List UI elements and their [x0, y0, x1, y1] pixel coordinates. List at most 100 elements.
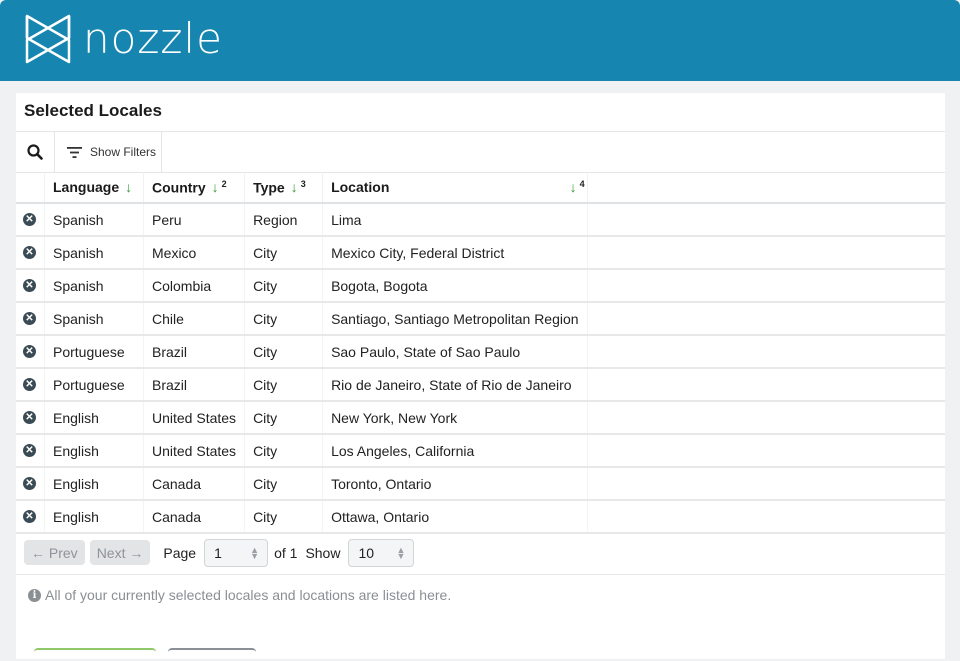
cell-type: City: [244, 236, 324, 270]
pagination-bar: ← Prev Next → Page 1 ▲ ▼ of 1 Show 10 ▲ ▼: [16, 531, 945, 575]
page-select[interactable]: 1 ▲ ▼: [204, 538, 269, 567]
column-header-type[interactable]: Type ↓ 3: [244, 172, 324, 204]
prev-page-button[interactable]: ← Prev: [24, 540, 85, 565]
page-size-select[interactable]: 10 ▲ ▼: [348, 538, 415, 567]
filter-icon: [67, 146, 82, 158]
remove-cell: ✕: [16, 269, 45, 303]
cell-type: City: [244, 368, 324, 402]
x-glyph: ✕: [25, 412, 34, 423]
column-header-language[interactable]: Language ↓: [44, 172, 144, 204]
search-button[interactable]: [16, 132, 55, 172]
table-row: ✕ English Canada City Ottawa, Ontario: [16, 500, 945, 534]
sort-order-badge: 2: [221, 178, 227, 189]
sort-desc-icon[interactable]: ↓: [212, 179, 219, 195]
cell-country: Colombia: [143, 269, 246, 303]
cell-language: Portuguese: [44, 335, 144, 369]
column-label: Language: [53, 179, 120, 195]
cell-country: Chile: [143, 302, 246, 336]
x-glyph: ✕: [25, 346, 34, 357]
cell-filler: [587, 203, 945, 237]
cell-location: Los Angeles, California: [322, 434, 588, 468]
info-icon: i: [28, 588, 41, 602]
x-glyph: ✕: [25, 280, 34, 291]
table-row: ✕ Portuguese Brazil City Sao Paulo, State of…: [16, 335, 945, 369]
nozzle-logo-icon: [25, 14, 71, 64]
cell-filler: [587, 401, 945, 435]
cell-location: Mexico City, Federal District: [322, 236, 588, 270]
remove-cell: ✕: [16, 203, 45, 237]
x-glyph: ✕: [25, 313, 34, 324]
column-header-country[interactable]: Country ↓ 2: [143, 172, 246, 204]
remove-circle-icon[interactable]: ✕: [23, 378, 36, 391]
x-glyph: ✕: [25, 478, 34, 489]
table-row: ✕ English United States City New York, New Y…: [16, 401, 945, 435]
table-toolbar: Show Filters: [16, 131, 945, 173]
cell-location: Bogota, Bogota: [322, 269, 588, 303]
remove-cell: ✕: [16, 401, 45, 435]
remove-circle-icon[interactable]: ✕: [23, 477, 36, 490]
cell-location: Rio de Janeiro, State of Rio de Janeiro: [322, 368, 588, 402]
remove-circle-icon[interactable]: ✕: [23, 312, 36, 325]
secondary-action-button[interactable]: [168, 648, 256, 661]
primary-action-button[interactable]: [34, 648, 156, 661]
remove-circle-icon[interactable]: ✕: [23, 279, 36, 292]
next-page-button[interactable]: Next →: [89, 540, 151, 565]
cell-language: English: [44, 434, 144, 468]
table-row: ✕ Spanish Chile City Santiago, Santiago Metr…: [16, 302, 945, 336]
header-remove: [16, 172, 45, 204]
cell-filler: [587, 236, 945, 270]
sort-order-badge: 3: [300, 178, 306, 189]
logo[interactable]: nozzle: [25, 14, 223, 64]
remove-circle-icon[interactable]: ✕: [23, 444, 36, 457]
cell-filler: [587, 335, 945, 369]
table-row: ✕ English Canada City Toronto, Ontario: [16, 467, 945, 501]
cell-location: New York, New York: [322, 401, 588, 435]
cell-language: English: [44, 467, 144, 501]
column-label: Type: [253, 179, 285, 196]
sort-desc-icon[interactable]: ↓: [570, 179, 577, 195]
cell-type: City: [244, 434, 324, 468]
cell-country: Canada: [143, 500, 246, 534]
select-arrows-icon: ▲ ▼: [396, 544, 406, 561]
cell-location: Santiago, Santiago Metropolitan Region: [322, 302, 588, 336]
table-row: ✕ Spanish Peru Region Lima: [16, 203, 945, 237]
remove-circle-icon[interactable]: ✕: [23, 345, 36, 358]
cell-type: City: [244, 335, 324, 369]
cell-country: Brazil: [143, 368, 246, 402]
table-header-row: Language ↓ Country ↓ 2 Type ↓ 3 Location ↓ 4: [16, 172, 945, 204]
remove-cell: ✕: [16, 335, 45, 369]
table-row: ✕ Spanish Colombia City Bogota, Bogota: [16, 269, 945, 303]
sort-desc-icon[interactable]: ↓: [291, 179, 298, 195]
cell-location: Lima: [322, 203, 588, 237]
x-glyph: ✕: [25, 511, 34, 522]
info-text: All of your currently selected locales a…: [45, 587, 452, 603]
cell-location: Sao Paulo, State of Sao Paulo: [322, 335, 588, 369]
show-filters-button[interactable]: Show Filters: [55, 132, 162, 172]
locales-table: Language ↓ Country ↓ 2 Type ↓ 3 Location ↓ 4 ✕ S…: [16, 172, 945, 534]
remove-circle-icon[interactable]: ✕: [23, 510, 36, 523]
remove-cell: ✕: [16, 236, 45, 270]
cell-country: Mexico: [143, 236, 246, 270]
x-glyph: ✕: [25, 214, 34, 225]
x-glyph: ✕: [25, 247, 34, 258]
column-header-location[interactable]: Location ↓ 4: [322, 172, 588, 204]
x-glyph: ✕: [25, 379, 34, 390]
select-arrows-icon: ▲ ▼: [250, 544, 260, 561]
cell-language: Spanish: [44, 203, 144, 237]
page-select-value: 1: [214, 544, 222, 561]
cell-filler: [587, 467, 945, 501]
cell-country: United States: [143, 401, 246, 435]
remove-cell: ✕: [16, 500, 45, 534]
cell-type: City: [244, 401, 324, 435]
sort-order-badge: 4: [579, 178, 585, 189]
sort-desc-icon[interactable]: ↓: [125, 179, 132, 195]
remove-circle-icon[interactable]: ✕: [23, 246, 36, 259]
remove-circle-icon[interactable]: ✕: [23, 213, 36, 226]
header-filler: [587, 172, 945, 204]
remove-circle-icon[interactable]: ✕: [23, 411, 36, 424]
cell-location: Ottawa, Ontario: [322, 500, 588, 534]
page-size-value: 10: [358, 544, 375, 561]
table-row: ✕ Spanish Mexico City Mexico City, Federal D…: [16, 236, 945, 270]
remove-cell: ✕: [16, 467, 45, 501]
column-label: Country: [152, 179, 206, 196]
